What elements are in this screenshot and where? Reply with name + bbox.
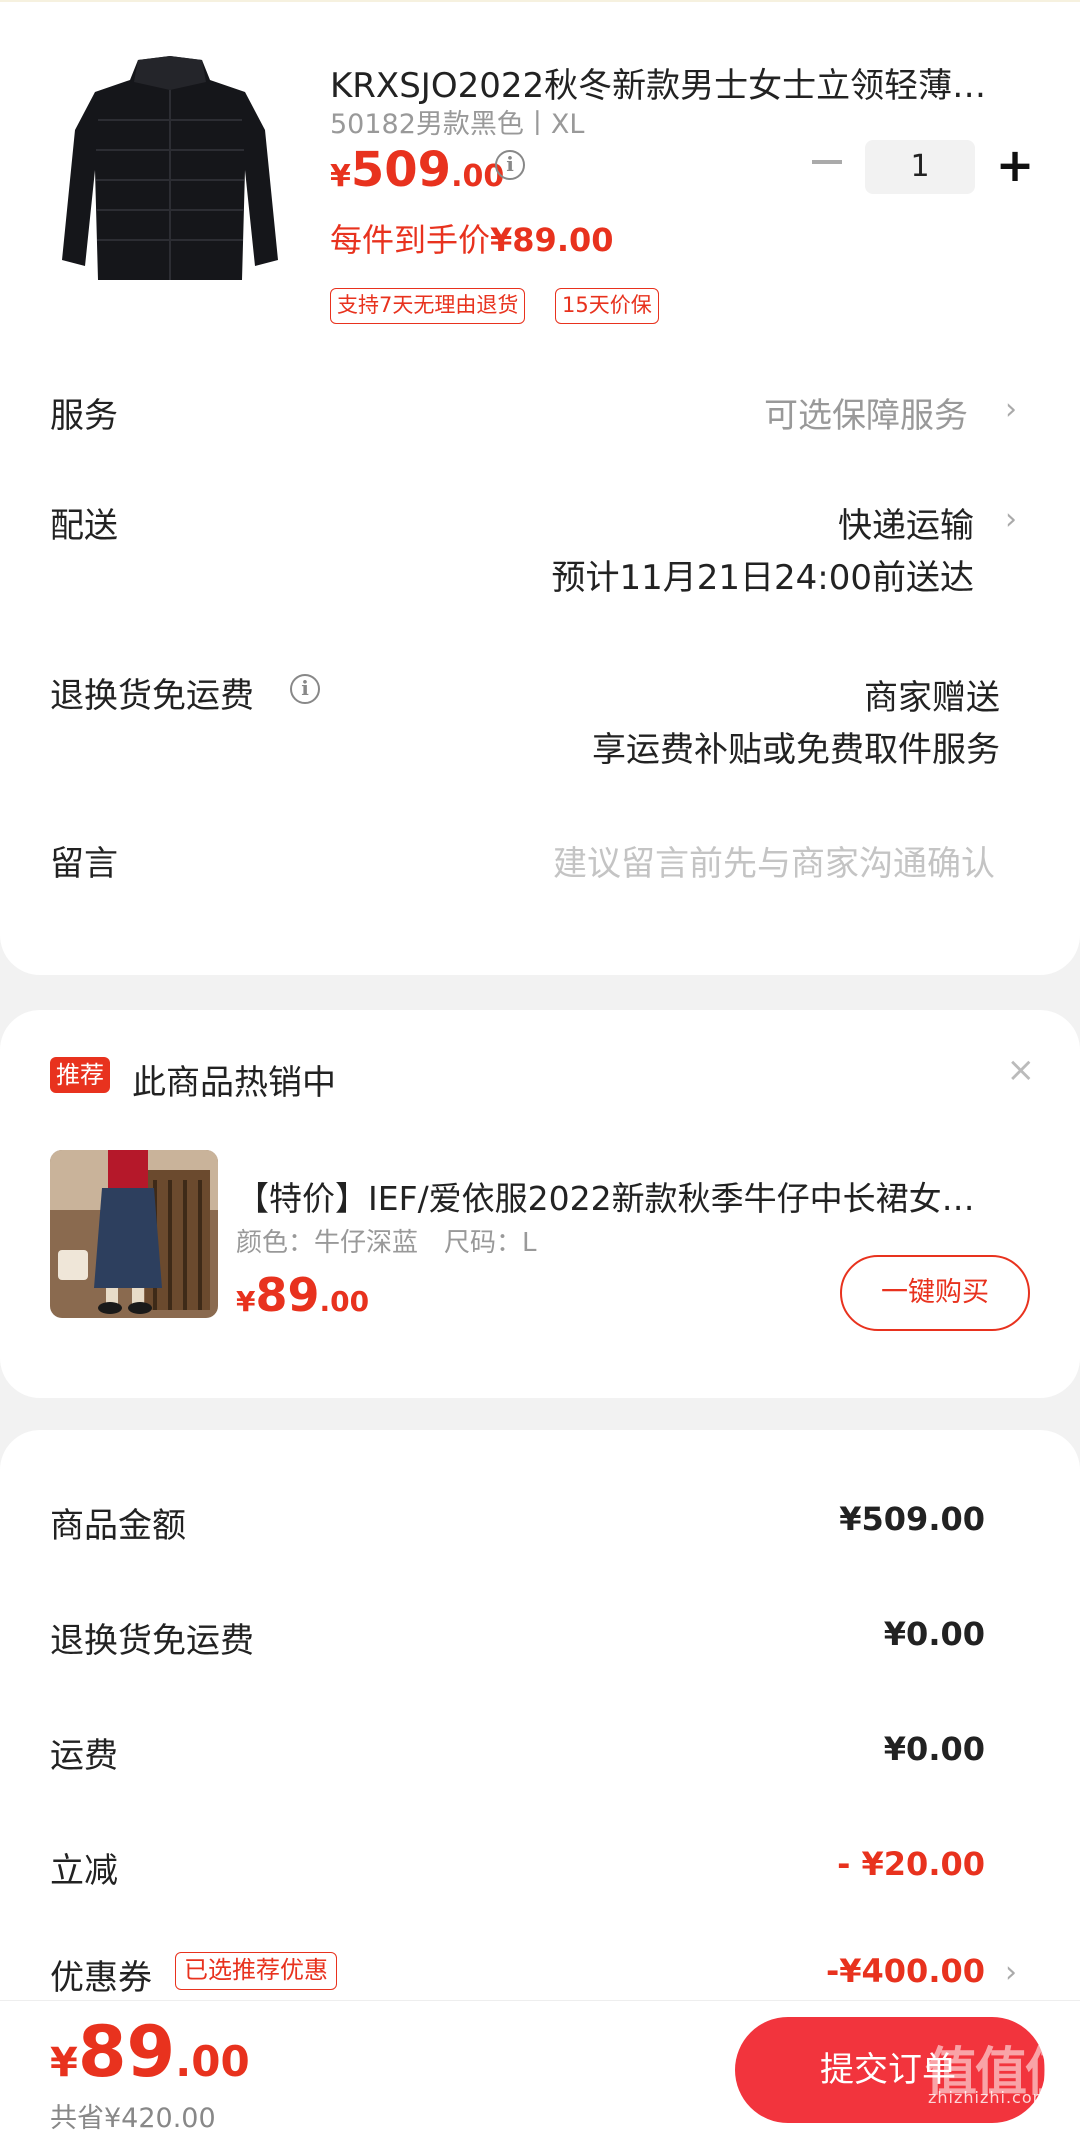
shipping-value: ¥0.00 [883,1730,985,1768]
goods-amount-label: 商品金额 [50,1506,186,1546]
shipping-label: 运费 [50,1736,118,1776]
product-image[interactable] [50,40,290,300]
service-chevron-icon[interactable]: › [1005,392,1017,427]
quantity-increase-button[interactable]: + [995,142,1035,188]
return-info-icon[interactable]: i [290,674,320,704]
goods-amount-value: ¥509.00 [839,1500,985,1538]
quantity-input[interactable]: 1 [865,140,975,194]
delivery-eta: 预计11月21日24:00前送达 [551,558,974,598]
recommend-product-spec: 颜色：牛仔深蓝 尺码：L [236,1228,537,1258]
price-currency: ¥ [330,159,351,194]
bottom-bar: ¥ 89 .00 共省¥420.00 提交订单 [0,2000,1080,2139]
delivery-value[interactable]: 快递运输 [838,498,974,547]
total-price: ¥ 89 .00 [50,2011,250,2093]
service-label: 服务 [50,396,118,436]
total-currency: ¥ [50,2040,78,2086]
recommend-badge: 推荐 [50,1057,110,1093]
coupon-label: 优惠券 [50,1958,152,1998]
deal-price: 每件到手价¥89.00 [330,215,614,261]
quantity-decrease-button[interactable] [812,160,842,164]
one-click-buy-button[interactable]: 一键购买 [840,1255,1030,1331]
discount-label: 立减 [50,1851,118,1891]
recommend-product-image[interactable] [50,1150,218,1318]
return-shipping-label: 退换货免运费 [50,676,254,716]
coupon-tag: 已选推荐优惠 [175,1952,337,1990]
deal-price-value: ¥89.00 [490,221,614,259]
recommend-product-price: ¥ 89 .00 [236,1268,369,1322]
product-title[interactable]: KRXSJO2022秋冬新款男士女士立领轻薄… [330,58,1020,107]
service-value[interactable]: 可选保障服务 [764,388,968,437]
watermark-url: zhizhizhi.com [928,2088,1050,2107]
close-icon[interactable]: × [1007,1050,1036,1090]
total-saved: 共省¥420.00 [50,2103,216,2134]
coupon-chevron-icon[interactable]: › [1005,1955,1017,1990]
discount-value: - ¥20.00 [837,1845,985,1883]
delivery-chevron-icon[interactable]: › [1005,502,1017,537]
product-spec[interactable]: 50182男款黑色丨XL [330,102,584,141]
coupon-value[interactable]: -¥400.00 [826,1952,985,1990]
tag-price-protect: 15天价保 [555,288,659,324]
price-integer: 509 [350,142,452,198]
recommend-card: 推荐 此商品热销中 × 【特价】IEF/爱依服2022新款秋季牛仔中长裙女… 颜… [0,1010,1080,1398]
return-fee-value: ¥0.00 [883,1615,985,1653]
product-price: ¥ 509 .00 [330,142,504,202]
return-shipping-value: 商家赠送 [864,678,1000,718]
message-label: 留言 [50,844,118,884]
message-input[interactable]: 建议留言前先与商家沟通确认 [553,836,995,885]
total-integer: 89 [77,2011,176,2093]
recommend-title: 此商品热销中 [132,1063,336,1103]
delivery-label: 配送 [50,506,118,546]
product-card: KRXSJO2022秋冬新款男士女士立领轻薄… 50182男款黑色丨XL ¥ 5… [0,0,1080,975]
return-shipping-desc: 享运费补贴或免费取件服务 [592,730,1000,770]
tag-7-day-return: 支持7天无理由退货 [330,288,526,324]
recommend-product-name[interactable]: 【特价】IEF/爱依服2022新款秋季牛仔中长裙女… [236,1172,1036,1220]
rec-price-decimal: .00 [319,1285,370,1318]
order-confirm-page: KRXSJO2022秋冬新款男士女士立领轻薄… 50182男款黑色丨XL ¥ 5… [0,0,1080,2139]
rec-price-integer: 89 [255,1268,320,1322]
total-decimal: .00 [175,2037,250,2086]
price-info-icon[interactable]: i [495,150,525,180]
top-divider [0,0,1080,2]
deal-price-label: 每件到手价 [330,221,491,259]
rec-price-currency: ¥ [236,1285,256,1318]
return-fee-label: 退换货免运费 [50,1621,254,1661]
